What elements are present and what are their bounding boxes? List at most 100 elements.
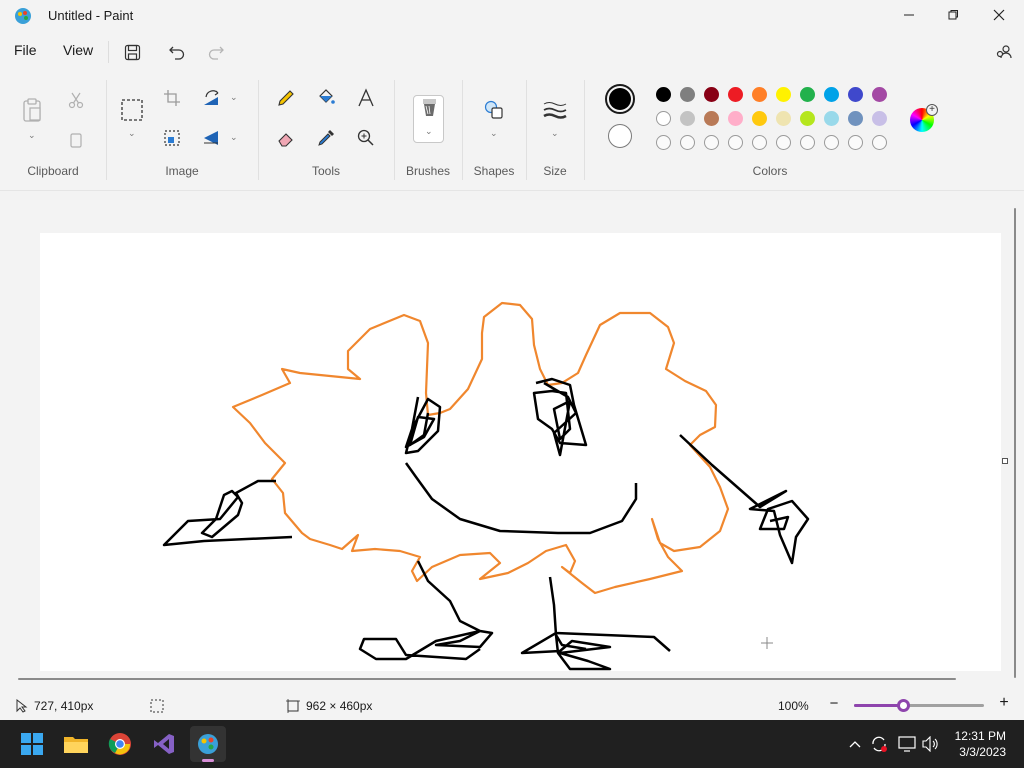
smile: [404, 462, 638, 535]
custom-color-slot[interactable]: [704, 135, 719, 150]
paint-icon: [198, 734, 218, 754]
visual-studio-button[interactable]: [146, 726, 182, 762]
color-swatch[interactable]: [776, 111, 791, 126]
chevron-down-icon[interactable]: ⌄: [490, 128, 498, 139]
color-swatch[interactable]: [704, 87, 719, 102]
flip-button[interactable]: [198, 124, 226, 152]
maximize-button[interactable]: [930, 0, 976, 30]
pencil-tool[interactable]: [272, 84, 300, 112]
edit-colors-button[interactable]: +: [910, 104, 938, 132]
file-menu[interactable]: File: [14, 42, 37, 58]
custom-color-slot[interactable]: [752, 135, 767, 150]
color-swatch[interactable]: [656, 87, 671, 102]
text-tool[interactable]: [352, 84, 380, 112]
custom-color-slot[interactable]: [800, 135, 815, 150]
color-swatch[interactable]: [800, 87, 815, 102]
color-swatch[interactable]: [680, 87, 695, 102]
brush-icon: [423, 99, 436, 116]
color-picker-tool[interactable]: [312, 124, 340, 152]
color-swatch[interactable]: [824, 87, 839, 102]
file-explorer-button[interactable]: [58, 726, 94, 762]
magnifier-tool[interactable]: [352, 124, 380, 152]
start-button[interactable]: [14, 726, 50, 762]
chevron-down-icon[interactable]: ⌄: [230, 92, 238, 103]
custom-color-slot[interactable]: [872, 135, 887, 150]
custom-color-slot[interactable]: [848, 135, 863, 150]
brushes-button[interactable]: ⌄: [413, 95, 444, 143]
color-swatch[interactable]: [704, 111, 719, 126]
text-icon: [358, 88, 374, 107]
ribbon-toolbar: ⌄ Clipboard ⌄ ⌄ ⌄ Image Tools ⌄ Brushes …: [0, 76, 1024, 188]
color-swatch[interactable]: [728, 111, 743, 126]
fill-tool[interactable]: [312, 84, 340, 112]
color-swatch[interactable]: [848, 87, 863, 102]
redo-button[interactable]: [205, 41, 227, 63]
sync-icon: [872, 736, 887, 752]
brushes-label: Brushes: [405, 164, 451, 178]
vertical-scrollbar[interactable]: [1014, 208, 1016, 678]
drawing-canvas[interactable]: [40, 233, 1001, 671]
chevron-down-icon[interactable]: ⌄: [230, 132, 238, 143]
volume-tray-icon[interactable]: [921, 734, 941, 754]
cut-button[interactable]: [62, 86, 90, 114]
chrome-button[interactable]: [102, 726, 138, 762]
sync-tray-icon[interactable]: [869, 734, 889, 754]
crop-button[interactable]: [158, 84, 186, 112]
right-eye-scribble: [532, 377, 588, 457]
secondary-color[interactable]: [608, 124, 632, 148]
eraser-tool[interactable]: [272, 124, 300, 152]
undo-button[interactable]: [166, 41, 188, 63]
paint-taskbar-button[interactable]: [190, 726, 226, 762]
chevron-down-icon[interactable]: ⌄: [551, 128, 559, 139]
zoom-in-button[interactable]: +: [996, 694, 1012, 714]
zoom-slider[interactable]: [854, 699, 984, 712]
horizontal-scrollbar[interactable]: [18, 678, 956, 680]
canvas-resize-handle[interactable]: [1002, 458, 1008, 464]
cut-icon: [68, 92, 84, 109]
settings-button[interactable]: [993, 41, 1015, 63]
color-swatch[interactable]: [824, 111, 839, 126]
display-tray-icon[interactable]: [897, 734, 917, 754]
custom-color-slot[interactable]: [728, 135, 743, 150]
color-swatch[interactable]: [656, 111, 671, 126]
ribbon-divider: [584, 80, 585, 180]
canvas-size-icon: [286, 699, 300, 713]
chevron-down-icon[interactable]: ⌄: [28, 130, 36, 141]
copy-button[interactable]: [62, 126, 90, 154]
plus-icon: +: [926, 104, 938, 116]
paste-button[interactable]: [18, 96, 46, 124]
color-swatch[interactable]: [800, 111, 815, 126]
close-button[interactable]: [976, 0, 1022, 30]
shapes-icon: [484, 100, 503, 119]
zoom-out-button[interactable]: −: [826, 695, 842, 715]
custom-color-slot[interactable]: [680, 135, 695, 150]
color-swatch[interactable]: [680, 111, 695, 126]
custom-color-slot[interactable]: [824, 135, 839, 150]
color-swatch[interactable]: [776, 87, 791, 102]
menu-divider: [108, 41, 109, 63]
color-swatch[interactable]: [728, 87, 743, 102]
clock[interactable]: 12:31 PM 3/3/2023: [955, 728, 1006, 760]
color-swatch[interactable]: [848, 111, 863, 126]
color-swatch[interactable]: [752, 111, 767, 126]
minimize-button[interactable]: [886, 0, 932, 30]
view-menu[interactable]: View: [63, 42, 93, 58]
account-settings-icon: [996, 45, 1012, 59]
rotate-button[interactable]: [198, 84, 226, 112]
zoom-slider-thumb[interactable]: [897, 699, 911, 712]
show-hidden-icons-button[interactable]: [845, 734, 865, 754]
color-swatch[interactable]: [872, 87, 887, 102]
status-bar: 727, 410px 962 × 460px 100% − +: [0, 692, 1024, 720]
shapes-button[interactable]: [480, 96, 508, 124]
size-button[interactable]: [541, 96, 569, 124]
custom-color-slot[interactable]: [776, 135, 791, 150]
color-swatch[interactable]: [752, 87, 767, 102]
custom-color-slot[interactable]: [656, 135, 671, 150]
save-button[interactable]: [121, 41, 143, 63]
select-button[interactable]: [118, 96, 146, 124]
chevron-down-icon[interactable]: ⌄: [128, 128, 136, 139]
resize-button[interactable]: [158, 124, 186, 152]
primary-color[interactable]: [605, 84, 635, 114]
color-swatch[interactable]: [872, 111, 887, 126]
resize-icon: [164, 130, 180, 146]
